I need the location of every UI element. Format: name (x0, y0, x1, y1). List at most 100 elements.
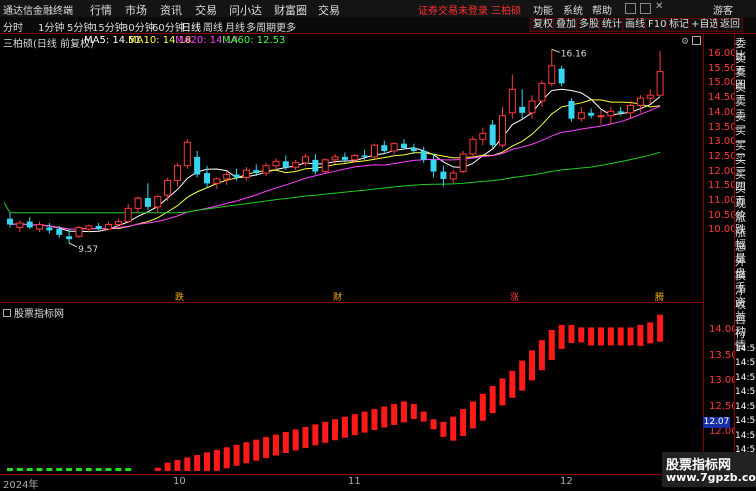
candle-body (262, 165, 270, 174)
indicator-bar (519, 360, 526, 391)
candle-body (636, 97, 644, 106)
menu-item-news[interactable]: 资讯 (160, 2, 182, 18)
candle-body (7, 218, 13, 225)
indicator-bar (85, 468, 92, 471)
candle-body (154, 196, 162, 208)
menu-item-trade[interactable]: 交易 (195, 2, 217, 18)
event-marker: 跌 (175, 292, 184, 302)
candle-body (469, 138, 477, 155)
indicator-bar (75, 468, 82, 471)
menu-item-help[interactable]: 帮助 (592, 2, 612, 17)
candle-body (16, 222, 24, 228)
candle-body (173, 165, 181, 181)
side-panel-item[interactable]: 14:50 (735, 430, 756, 442)
event-marker: 财 (333, 291, 342, 302)
period-5min[interactable]: 5分钟 (67, 19, 93, 34)
candle-body (558, 68, 565, 84)
period-more[interactable]: 更多 (276, 19, 296, 34)
indicator-bar (272, 434, 279, 456)
xaxis-month-10: 10 (173, 476, 186, 487)
side-panel-item[interactable]: 14:50 (735, 386, 756, 398)
indicator-bar (440, 421, 447, 437)
candle-body (597, 115, 605, 118)
indicator-bar (164, 462, 171, 471)
candle-body (401, 143, 407, 149)
indicator-bar (509, 370, 516, 398)
price-tick-label: 15.50 (708, 62, 737, 74)
candle-body (489, 124, 496, 146)
close-icon[interactable]: ✕ (655, 1, 663, 12)
side-panel-item[interactable]: 14:50 (735, 357, 756, 369)
side-panel-item[interactable]: 14:50 (735, 401, 756, 413)
period-timeshare[interactable]: 分时 (3, 19, 23, 34)
event-marker: 腾 (655, 291, 664, 302)
candle-body (607, 110, 615, 117)
watermark-line2: www.7gpzb.com (666, 471, 756, 484)
menu-item-quotes[interactable]: 行情 (90, 2, 112, 18)
menu-item-wenxiaoda[interactable]: 问小达 (229, 2, 262, 18)
indicator-bar (558, 324, 565, 349)
indicator-bar (36, 468, 43, 471)
period-60min[interactable]: 60分钟 (152, 19, 185, 34)
indicator-bar (657, 314, 664, 342)
candle-body (183, 141, 191, 167)
period-15min[interactable]: 15分钟 (92, 19, 125, 34)
watermark: 股票指标网 www.7gpzb.com (662, 452, 756, 487)
tool-back[interactable]: 返回 (717, 18, 743, 32)
low-label: 9.57 (78, 245, 98, 255)
indicator-bar (105, 468, 112, 471)
indicator-bar (529, 350, 536, 381)
side-panel-item[interactable]: 14:50 (735, 372, 756, 384)
login-notice[interactable]: 证券交易未登录 三柏硕 (418, 2, 521, 17)
menu-item-wealth[interactable]: 财富圈 (274, 2, 307, 18)
price-tick-label: 12.50 (708, 150, 737, 162)
period-multi[interactable]: 多周期 (246, 19, 276, 34)
period-1min[interactable]: 1分钟 (38, 19, 64, 34)
candle-body (26, 221, 33, 228)
candle-body (85, 225, 93, 230)
candle-body (124, 207, 132, 223)
candle-body (519, 106, 526, 113)
indicator-bar (598, 327, 604, 346)
candle-body (390, 143, 398, 152)
indicator-chart[interactable] (0, 303, 703, 475)
maximize-icon[interactable] (640, 3, 651, 14)
indicator-bar (401, 401, 407, 423)
xaxis-month-12: 12 (560, 476, 573, 487)
minimize-icon[interactable] (625, 3, 636, 14)
period-30min[interactable]: 30分钟 (122, 19, 155, 34)
candle-body (292, 162, 300, 168)
side-panel-item[interactable]: 14:50 (735, 343, 756, 355)
indicator-bar (361, 411, 368, 433)
candle-body (75, 226, 83, 237)
indicator-bar (16, 468, 23, 471)
menu-item-functions[interactable]: 功能 (533, 2, 553, 17)
menu-item-system[interactable]: 系统 (563, 2, 583, 17)
xaxis-line (0, 474, 703, 475)
candle-body (331, 156, 339, 161)
indicator-bar (95, 468, 102, 471)
indicator-current-value: 12.07 (703, 417, 730, 428)
candle-body (646, 94, 654, 99)
menu-item-market[interactable]: 市场 (125, 2, 147, 18)
menu-item-trade-2[interactable]: 交易 (318, 2, 340, 18)
candle-body (253, 170, 260, 174)
indicator-bar (469, 401, 476, 429)
price-tick-label: 16.00 (708, 48, 737, 59)
user-guest[interactable]: 游客 (713, 2, 733, 17)
indicator-bar (371, 409, 378, 431)
indicator-bar (125, 468, 132, 471)
indicator-bar (588, 327, 595, 346)
price-tick-label: 10.50 (708, 209, 737, 221)
side-panel-item[interactable]: 14:50 (735, 415, 756, 427)
kline-chart[interactable]: 16.16 9.57 跌 财 涨 腾 (0, 34, 703, 302)
period-weekly[interactable]: 周线 (203, 19, 223, 34)
period-daily[interactable]: 日线 (181, 19, 201, 34)
indicator-bar (292, 429, 299, 451)
price-tick-label: 13.50 (708, 121, 737, 133)
indicator-bar (617, 327, 624, 346)
candle-body (627, 104, 635, 114)
price-tick-label: 11.00 (708, 195, 737, 206)
period-monthly[interactable]: 月线 (225, 19, 245, 34)
high-pointer (551, 48, 560, 53)
